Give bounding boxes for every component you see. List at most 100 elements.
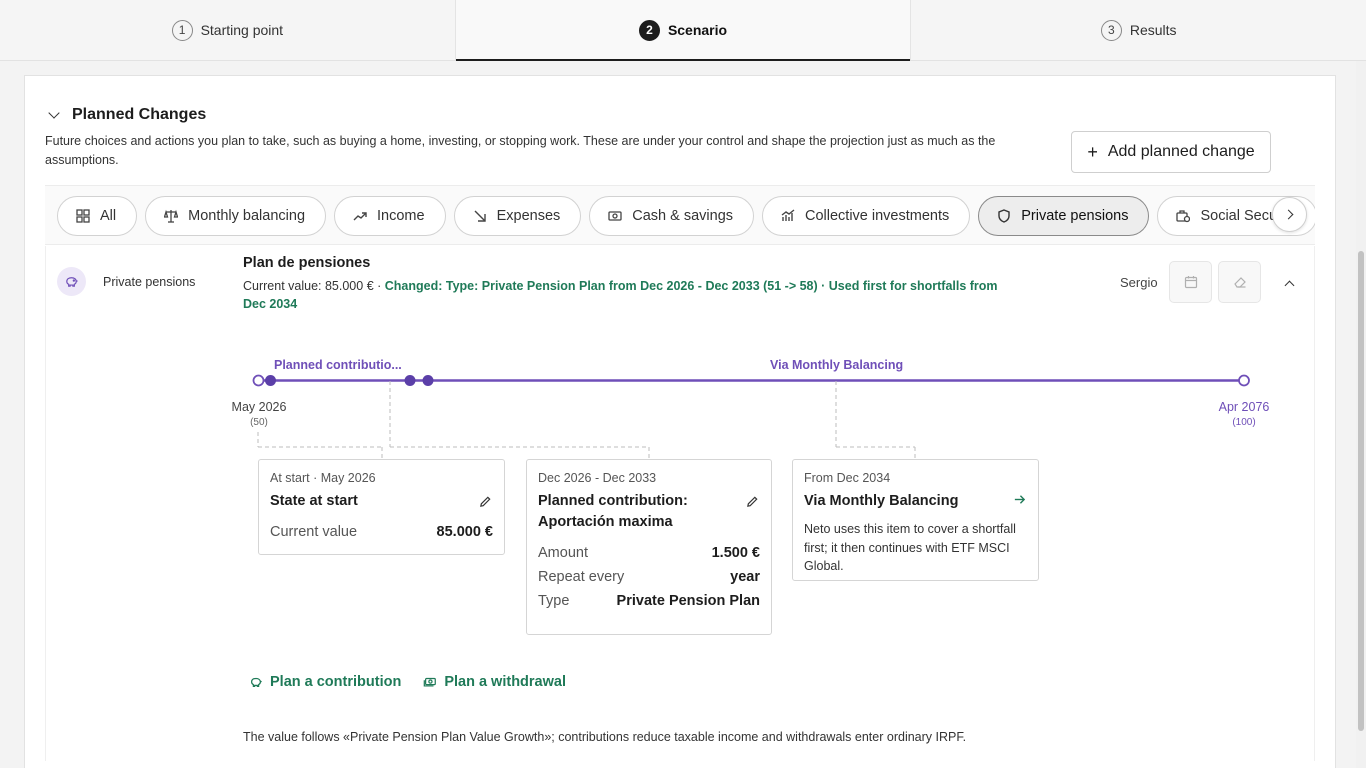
banknote-icon xyxy=(608,209,622,223)
card-description: Neto uses this item to cover a shortfall… xyxy=(804,522,1016,573)
plan-withdrawal-label: Plan a withdrawal xyxy=(444,674,566,690)
plan-contribution-label: Plan a contribution xyxy=(270,674,402,690)
item-owner: Sergio xyxy=(1120,275,1158,290)
step-starting-point[interactable]: 1 Starting point xyxy=(0,0,456,60)
pencil-icon[interactable] xyxy=(479,494,493,508)
card-row-value: year xyxy=(730,569,760,585)
timeline-start-state-marker[interactable] xyxy=(265,375,276,386)
section-title: Planned Changes xyxy=(72,106,207,123)
step-number: 2 xyxy=(638,19,660,41)
card-title: Planned contribution: Aportación maxima xyxy=(538,491,760,533)
chevron-down-icon[interactable] xyxy=(48,107,60,119)
item-current-value: Current value: 85.000 € · xyxy=(243,279,385,293)
card-row: Current value 85.000 € xyxy=(270,524,493,540)
card-row-value: 1.500 € xyxy=(711,545,760,561)
filter-chip-monthly-balancing[interactable]: Monthly balancing xyxy=(145,196,327,236)
scrollbar-thumb[interactable] xyxy=(1358,251,1364,731)
item-actions: Plan a contribution Plan a withdrawal xyxy=(249,674,566,690)
plus-icon: + xyxy=(1087,141,1098,162)
card-row: Amount 1.500 € xyxy=(538,545,760,561)
step-scenario[interactable]: 2 Scenario xyxy=(455,0,912,61)
card-row-key: Amount xyxy=(538,545,588,561)
step-number: 3 xyxy=(1100,19,1122,41)
step-results[interactable]: 3 Results xyxy=(911,0,1366,60)
stepper: 1 Starting point 2 Scenario 3 Results xyxy=(0,0,1366,61)
timeline-end-date-text: Apr 2076 xyxy=(1218,400,1270,414)
erase-button[interactable] xyxy=(1218,261,1261,303)
item-title[interactable]: Plan de pensiones xyxy=(243,255,370,271)
filter-chip-income[interactable]: Income xyxy=(334,196,446,236)
card-via-monthly-balancing[interactable]: From Dec 2034 Via Monthly Balancing Neto… xyxy=(792,459,1039,581)
step-label: Scenario xyxy=(667,22,728,38)
briefcase-icon xyxy=(1176,209,1191,223)
item-category: Private pensions xyxy=(103,275,196,289)
card-row-key: Repeat every xyxy=(538,569,625,585)
filter-chip-expenses[interactable]: Expenses xyxy=(453,196,582,236)
timeline-start-date-text: May 2026 xyxy=(231,400,287,414)
timeline-contribution-marker[interactable] xyxy=(404,375,416,386)
card-state-at-start[interactable]: At start · May 2026 State at start Curre… xyxy=(258,459,505,555)
timeline-end-age: (100) xyxy=(1232,417,1256,428)
section-description: Future choices and actions you plan to t… xyxy=(45,134,996,167)
filter-chip-collective-investments[interactable]: Collective investments xyxy=(762,196,971,236)
filter-chip-label: Private pensions xyxy=(1021,208,1129,224)
add-planned-change-label: Add planned change xyxy=(1107,143,1255,160)
timeline-end-date: Apr 2076 (100) xyxy=(1210,400,1278,428)
trend-up-icon xyxy=(353,209,367,223)
item-summary: Current value: 85.000 € · Changed: Type:… xyxy=(243,277,1013,313)
card-title: State at start xyxy=(270,491,493,512)
card-row: Type Private Pension Plan xyxy=(538,593,760,609)
piggy-bank-icon xyxy=(57,267,86,296)
timeline-start-date: May 2026 (50) xyxy=(225,400,293,428)
pencil-icon[interactable] xyxy=(746,494,760,508)
card-row-key: Current value xyxy=(270,524,358,540)
timeline-label-contribution[interactable]: Planned contributio... xyxy=(274,358,402,372)
page-scrollbar[interactable] xyxy=(1356,61,1366,768)
piggy-bank-icon xyxy=(251,677,262,687)
chart-icon xyxy=(781,209,795,223)
item-footnote: The value follows «Private Pension Plan … xyxy=(243,730,967,744)
card-meta: From Dec 2034 xyxy=(804,471,891,485)
filter-chip-label: Monthly balancing xyxy=(188,208,306,224)
chevron-right-icon xyxy=(1283,209,1293,220)
arrow-right-icon[interactable] xyxy=(1013,493,1027,507)
card-row-key: Type xyxy=(538,593,570,609)
timeline-label-balancing[interactable]: Via Monthly Balancing xyxy=(770,358,903,372)
chevron-up-icon xyxy=(1284,280,1294,290)
timeline-contribution-end-marker[interactable] xyxy=(422,375,434,386)
section-header[interactable]: Planned Changes xyxy=(48,106,207,124)
banknote-icon xyxy=(424,677,437,687)
card-title-text: State at start xyxy=(270,493,358,509)
scale-icon xyxy=(164,209,179,223)
shield-icon xyxy=(997,209,1011,223)
schedule-button[interactable] xyxy=(1169,261,1212,303)
arrow-down-right-icon xyxy=(473,209,487,223)
add-planned-change-button[interactable]: + Add planned change xyxy=(1071,131,1271,173)
timeline-end-marker[interactable] xyxy=(1238,374,1250,387)
card-title-text: Planned contribution: Aportación maxima xyxy=(538,493,688,530)
step-label: Results xyxy=(1129,22,1177,38)
timeline-start-marker[interactable] xyxy=(252,374,265,387)
filter-chip-label: All xyxy=(100,208,117,224)
calendar-icon xyxy=(1184,276,1197,289)
filter-chip-label: Income xyxy=(377,208,425,224)
plan-withdrawal-button[interactable]: Plan a withdrawal xyxy=(423,674,566,690)
plan-contribution-button[interactable]: Plan a contribution xyxy=(249,674,401,690)
card-row: Repeat every year xyxy=(538,569,760,585)
card-planned-contribution[interactable]: Dec 2026 - Dec 2033 Planned contribution… xyxy=(526,459,772,635)
grid-icon xyxy=(76,209,90,223)
collapse-item-button[interactable] xyxy=(1280,276,1298,290)
filter-chip-label: Expenses xyxy=(496,208,561,224)
step-number: 1 xyxy=(171,19,193,41)
card-title-text: Via Monthly Balancing xyxy=(804,493,959,509)
card-title: Via Monthly Balancing xyxy=(804,491,1027,512)
card-row-value: Private Pension Plan xyxy=(616,593,760,609)
filter-chip-label: Cash & savings xyxy=(632,208,734,224)
filter-chip-all[interactable]: All xyxy=(57,196,138,236)
step-label: Starting point xyxy=(200,22,284,38)
filters-scroll-right-button[interactable] xyxy=(1272,197,1307,232)
filter-chip-cash-savings[interactable]: Cash & savings xyxy=(589,196,755,236)
filter-chip-private-pensions[interactable]: Private pensions xyxy=(978,196,1150,236)
eraser-icon xyxy=(1233,277,1246,288)
card-meta: Dec 2026 - Dec 2033 xyxy=(538,471,657,485)
